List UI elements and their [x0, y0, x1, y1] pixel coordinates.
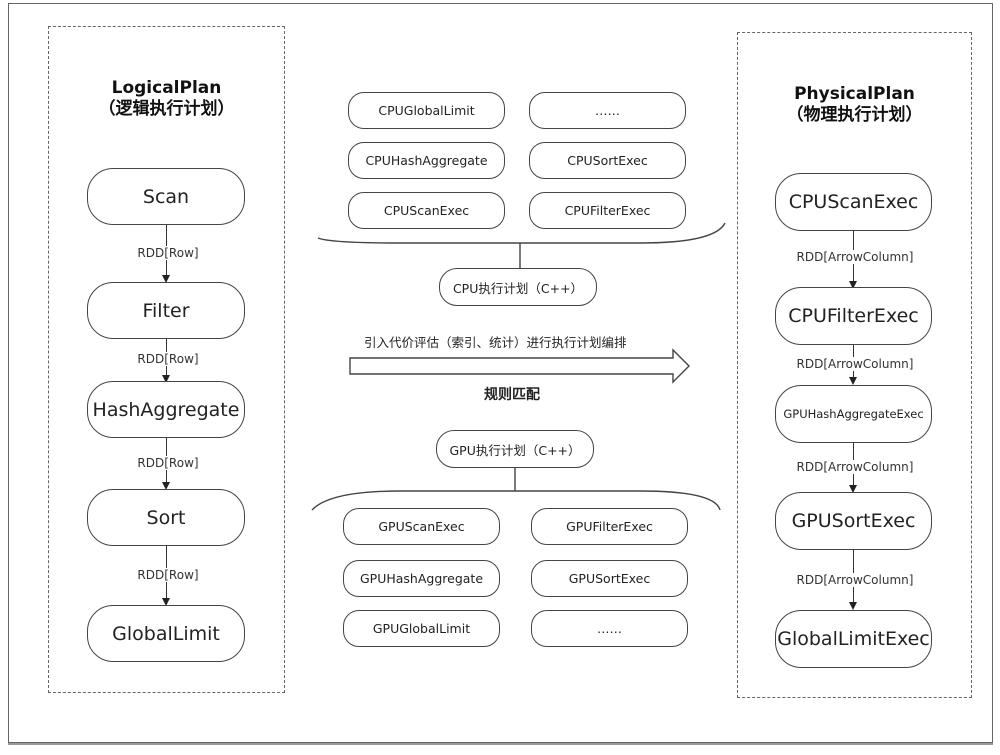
- op-label: GPUFilterExec: [566, 519, 653, 534]
- logical-node-scan[interactable]: Scan: [87, 168, 245, 225]
- cpu-op-hashaggregate[interactable]: CPUHashAggregate: [348, 142, 505, 179]
- physical-node-cpuscanexec[interactable]: CPUScanExec: [775, 173, 932, 231]
- gpu-plan-node[interactable]: GPU执行计划（C++）: [436, 430, 594, 468]
- node-label: CPUScanExec: [788, 191, 919, 213]
- op-label: CPUGlobalLimit: [378, 103, 475, 118]
- node-label: Filter: [142, 299, 190, 322]
- physical-node-cpufilterexec[interactable]: CPUFilterExec: [775, 287, 932, 345]
- physical-plan-subtitle: （物理执行计划）: [786, 105, 923, 125]
- cpu-op-globallimit[interactable]: CPUGlobalLimit: [348, 92, 505, 129]
- gpu-plan-label: GPU执行计划（C++）: [449, 442, 581, 458]
- op-label: GPUGlobalLimit: [372, 621, 471, 636]
- physical-plan-title: PhysicalPlan （物理执行计划）: [737, 84, 972, 126]
- node-label: GPUHashAggregateExec: [783, 407, 924, 421]
- logical-edge-label-1: RDD[Row]: [126, 246, 210, 260]
- logical-edge-label-3: RDD[Row]: [126, 456, 210, 470]
- gpu-op-globallimit[interactable]: GPUGlobalLimit: [343, 610, 500, 647]
- logical-plan-title: LogicalPlan （逻辑执行计划）: [48, 78, 285, 120]
- logical-node-sort[interactable]: Sort: [87, 489, 245, 546]
- logical-node-globallimit[interactable]: GlobalLimit: [87, 605, 245, 662]
- transform-label: 规则匹配: [484, 387, 540, 403]
- op-label: CPUSortExec: [567, 153, 648, 168]
- op-label: CPUFilterExec: [564, 203, 651, 218]
- physical-edge-label-3: RDD[ArrowColumn]: [788, 460, 922, 474]
- op-label: CPUHashAggregate: [365, 153, 488, 168]
- logical-edge-label-4: RDD[Row]: [126, 568, 210, 582]
- logical-node-hashaggregate[interactable]: HashAggregate: [87, 381, 245, 438]
- cpu-op-sortexec[interactable]: CPUSortExec: [529, 142, 686, 179]
- node-label: CPUFilterExec: [788, 305, 919, 327]
- transform-arrow: [349, 348, 690, 384]
- logical-plan-title-text: LogicalPlan: [111, 78, 222, 98]
- arrowhead-icon: [849, 602, 857, 610]
- gpu-op-more[interactable]: ……: [531, 610, 688, 647]
- gpu-op-filterexec[interactable]: GPUFilterExec: [531, 508, 688, 545]
- transform-description: 引入代价评估（索引、统计）进行执行计划编排: [364, 335, 627, 350]
- logical-edge-label-2: RDD[Row]: [126, 352, 210, 366]
- gpu-op-sortexec[interactable]: GPUSortExec: [531, 560, 688, 597]
- node-label: Scan: [142, 185, 190, 208]
- cpu-plan-node[interactable]: CPU执行计划（C++）: [439, 268, 597, 306]
- gpu-op-scanexec[interactable]: GPUScanExec: [343, 508, 500, 545]
- physical-node-globallimitexec[interactable]: GlobalLimitExec: [775, 610, 932, 668]
- cpu-plan-label: CPU执行计划（C++）: [452, 280, 584, 296]
- node-label: GlobalLimit: [112, 622, 220, 645]
- op-label: ……: [595, 103, 620, 118]
- op-label: GPUHashAggregate: [359, 571, 484, 586]
- node-label: Sort: [146, 506, 186, 529]
- op-label: ……: [597, 621, 622, 636]
- physical-plan-title-text: PhysicalPlan: [794, 84, 915, 104]
- physical-node-gpusortexec[interactable]: GPUSortExec: [775, 492, 932, 550]
- op-label: GPUSortExec: [568, 571, 651, 586]
- logical-plan-subtitle: （逻辑执行计划）: [98, 99, 235, 119]
- cpu-op-filterexec[interactable]: CPUFilterExec: [529, 192, 686, 229]
- physical-node-gpuhashaggregateexec[interactable]: GPUHashAggregateExec: [775, 385, 932, 443]
- cpu-op-more[interactable]: ……: [529, 92, 686, 129]
- cpu-op-scanexec[interactable]: CPUScanExec: [348, 192, 505, 229]
- logical-node-filter[interactable]: Filter: [87, 282, 245, 339]
- physical-edge-label-4: RDD[ArrowColumn]: [788, 573, 922, 587]
- node-label: HashAggregate: [92, 398, 240, 421]
- node-label: GPUSortExec: [791, 510, 916, 532]
- gpu-op-hashaggregate[interactable]: GPUHashAggregate: [343, 560, 500, 597]
- node-label: GlobalLimitExec: [777, 628, 930, 650]
- op-label: CPUScanExec: [383, 203, 470, 218]
- op-label: GPUScanExec: [378, 519, 465, 534]
- arrowhead-icon: [849, 377, 857, 385]
- physical-edge-label-2: RDD[ArrowColumn]: [788, 357, 922, 371]
- physical-edge-label-1: RDD[ArrowColumn]: [788, 250, 922, 264]
